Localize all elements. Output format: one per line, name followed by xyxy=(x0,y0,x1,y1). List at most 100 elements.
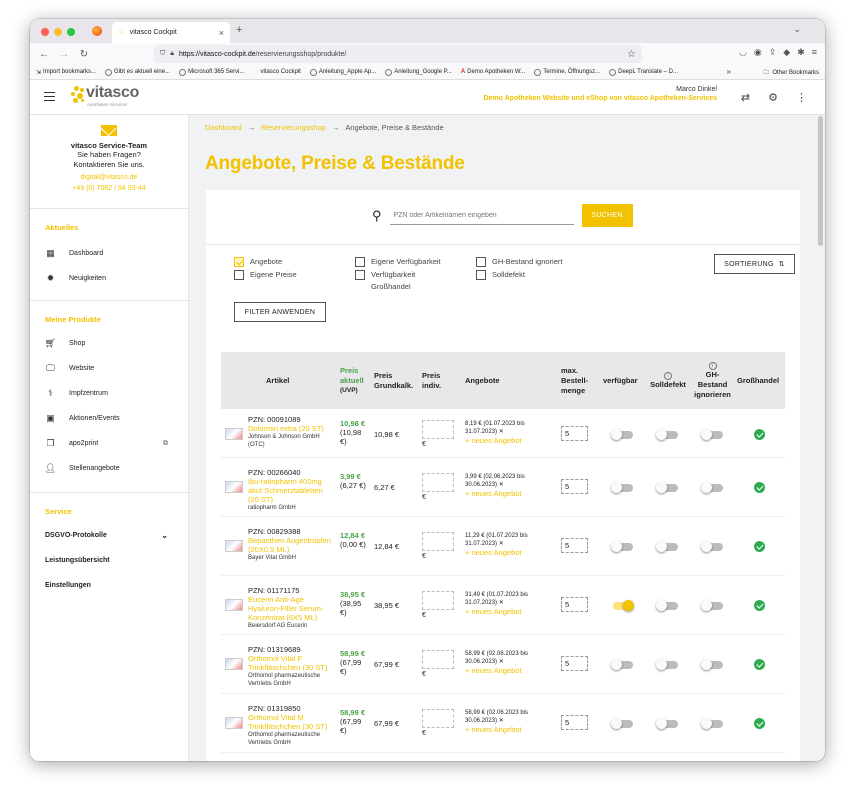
new-offer-link[interactable]: + neues Angebot xyxy=(465,666,539,675)
checkbox-eigene-preise[interactable] xyxy=(234,270,244,280)
pocket-icon[interactable]: ◡ xyxy=(739,47,747,58)
hamburger-menu-icon[interactable] xyxy=(44,92,55,101)
account-icon[interactable]: ◉ xyxy=(754,47,762,58)
product-name-link[interactable]: Orthomol Vital F Trinkfläschchen (30 ST) xyxy=(248,654,332,672)
offer-entry[interactable]: 58,99 € (02.06.2023 bis 30.06.2023) ✕ xyxy=(465,650,539,666)
more-vertical-icon[interactable]: ⋮ xyxy=(796,91,807,104)
filter-eigene-verfuegbarkeit[interactable]: Eigene Verfügbarkeit xyxy=(355,256,441,268)
toggle-solldefekt[interactable] xyxy=(656,659,678,670)
sidebar-item-shop[interactable]: 🛒︎ Shop xyxy=(30,331,188,356)
filter-eigene-preise[interactable]: Eigene Preise xyxy=(234,269,297,281)
close-window-button[interactable] xyxy=(41,28,49,36)
bookmark-item[interactable]: ⁘ vitasco Cockpit xyxy=(253,69,300,76)
new-tab-icon[interactable]: + xyxy=(236,24,242,36)
checkbox-verfuegbarkeit-grosshandel[interactable] xyxy=(355,270,365,280)
max-quantity-input[interactable]: 5 xyxy=(561,597,588,612)
bookmark-item[interactable]: A Demo Apotheken W... xyxy=(461,69,525,75)
product-image[interactable] xyxy=(225,599,243,611)
switch-icon[interactable]: ⇄ xyxy=(741,91,750,104)
toggle-verfuegbar[interactable] xyxy=(611,718,633,729)
price-indiv-input[interactable] xyxy=(422,473,454,492)
toggle-verfuegbar[interactable] xyxy=(613,600,634,611)
gear-icon[interactable]: ⚙ xyxy=(768,91,778,104)
price-indiv-input[interactable] xyxy=(422,591,454,610)
new-offer-link[interactable]: + neues Angebot xyxy=(465,489,539,498)
search-input[interactable] xyxy=(389,206,574,225)
product-image[interactable] xyxy=(225,717,243,729)
user-name[interactable]: Marco Dinkel xyxy=(483,86,717,93)
breadcrumb-dashboard[interactable]: Dashboard xyxy=(205,123,242,132)
max-quantity-input[interactable]: 5 xyxy=(561,715,588,730)
sidebar-item-website[interactable]: 🖵︎ Website xyxy=(30,356,188,381)
price-indiv-input[interactable] xyxy=(422,709,454,728)
toggle-solldefekt[interactable] xyxy=(656,541,678,552)
service-phone-link[interactable]: +49 (0) 7062 / 94 93-44 xyxy=(30,185,188,192)
bookmark-item[interactable]: Termine, Öffnungsz... xyxy=(534,68,600,76)
toggle-solldefekt[interactable] xyxy=(656,482,678,493)
filter-verfuegbarkeit-grosshandel[interactable]: Verfügbarkeit Großhandel xyxy=(355,269,455,293)
toggle-gh-ignorieren[interactable] xyxy=(701,482,723,493)
product-name-link[interactable]: Bepanthen Augentropfen (20X0.5 ML) xyxy=(248,536,332,554)
close-tab-icon[interactable]: × xyxy=(219,28,224,38)
address-bar[interactable]: ⛉ 🔒︎ https://vitasco-cockpit.de/reservie… xyxy=(154,45,642,63)
more-bookmarks-icon[interactable]: » xyxy=(727,67,731,76)
filter-gh-bestand-ignoriert[interactable]: GH-Bestand ignoriert xyxy=(476,256,562,268)
info-icon[interactable]: i xyxy=(708,362,717,370)
toggle-solldefekt[interactable] xyxy=(656,600,678,611)
sidebar-item-dsgvo[interactable]: DSGVO-Protokolle ⌄ xyxy=(30,523,188,548)
new-offer-link[interactable]: + neues Angebot xyxy=(465,607,539,616)
product-image[interactable] xyxy=(225,540,243,552)
extension-icon[interactable]: ◆ xyxy=(783,47,790,58)
sidebar-item-neuigkeiten[interactable]: ✹ Neuigkeiten xyxy=(30,266,188,291)
bookmark-item[interactable]: Gibt es aktuell eine... xyxy=(105,68,170,76)
product-name-link[interactable]: Ibu-ratiopharm 400mg akut Schmerztablett… xyxy=(248,477,332,504)
product-image[interactable] xyxy=(225,658,243,670)
toggle-verfuegbar[interactable] xyxy=(611,482,633,493)
max-quantity-input[interactable]: 5 xyxy=(561,426,588,441)
sidebar-item-apo2print[interactable]: ❐ apo2print ⧉ xyxy=(30,431,188,456)
tab-list-icon[interactable]: ⌄ xyxy=(793,24,801,35)
toggle-solldefekt[interactable] xyxy=(656,718,678,729)
scrollbar[interactable] xyxy=(818,116,823,246)
other-bookmarks[interactable]: 🗀︎ Other Bookmarks xyxy=(763,68,819,78)
product-name-link[interactable]: Dolormin extra (20 ST) xyxy=(248,424,332,433)
extensions-icon[interactable]: ✱ xyxy=(797,47,805,58)
sort-button[interactable]: SORTIERUNG ⇅ xyxy=(714,254,795,274)
breadcrumb-reservierungsshop[interactable]: Reservierungsshop xyxy=(261,123,326,132)
toggle-gh-ignorieren[interactable] xyxy=(701,600,723,611)
bookmark-import[interactable]: ⇲ Import bookmarks... xyxy=(36,69,96,76)
sidebar-item-stellenangebote[interactable]: 👤︎ Stellenangebote xyxy=(30,456,188,481)
filter-angebote[interactable]: Angebote xyxy=(234,256,282,268)
maximize-window-button[interactable] xyxy=(67,28,75,36)
offer-entry[interactable]: 31,49 € (01.07.2023 bis 31.07.2023) ✕ xyxy=(465,591,539,607)
service-email-link[interactable]: digital@vitasco.de xyxy=(30,174,188,181)
info-icon[interactable]: i xyxy=(664,372,672,380)
max-quantity-input[interactable]: 5 xyxy=(561,538,588,553)
bookmark-star-icon[interactable]: ☆ xyxy=(627,49,636,60)
toggle-verfuegbar[interactable] xyxy=(611,429,633,440)
offer-entry[interactable]: 58,99 € (02.06.2023 bis 30.06.2023) ✕ xyxy=(465,709,539,725)
toggle-verfuegbar[interactable] xyxy=(611,541,633,552)
back-icon[interactable]: ← xyxy=(38,49,50,60)
checkbox-solldefekt[interactable] xyxy=(476,270,486,280)
vitasco-logo[interactable]: vitasco Apotheken-Services xyxy=(70,85,139,107)
product-name-link[interactable]: Orthomol Vital M Trinkfläschchen (30 ST) xyxy=(248,713,332,731)
bookmark-item[interactable]: Anleitung_Google P... xyxy=(385,68,452,76)
offer-entry[interactable]: 8,19 € (01.07.2023 bis 31.07.2023) ✕ xyxy=(465,420,539,436)
bookmark-item[interactable]: DeepL Translate – D... xyxy=(609,68,678,76)
price-indiv-input[interactable] xyxy=(422,532,454,551)
new-offer-link[interactable]: + neues Angebot xyxy=(465,548,539,557)
toggle-gh-ignorieren[interactable] xyxy=(701,718,723,729)
max-quantity-input[interactable]: 5 xyxy=(561,656,588,671)
sidebar-item-dashboard[interactable]: ▦ Dashboard xyxy=(30,241,188,266)
max-quantity-input[interactable]: 5 xyxy=(561,479,588,494)
sidebar-item-impfzentrum[interactable]: ⚕ Impfzentrum xyxy=(30,381,188,406)
sidebar-item-aktionen[interactable]: ▣ Aktionen/Events xyxy=(30,406,188,431)
toggle-gh-ignorieren[interactable] xyxy=(701,429,723,440)
new-offer-link[interactable]: + neues Angebot xyxy=(465,725,539,734)
new-offer-link[interactable]: + neues Angebot xyxy=(465,436,539,445)
toggle-solldefekt[interactable] xyxy=(656,429,678,440)
search-button[interactable]: SUCHEN xyxy=(581,204,633,227)
forward-icon[interactable]: → xyxy=(58,49,70,60)
checkbox-gh-bestand[interactable] xyxy=(476,257,486,267)
